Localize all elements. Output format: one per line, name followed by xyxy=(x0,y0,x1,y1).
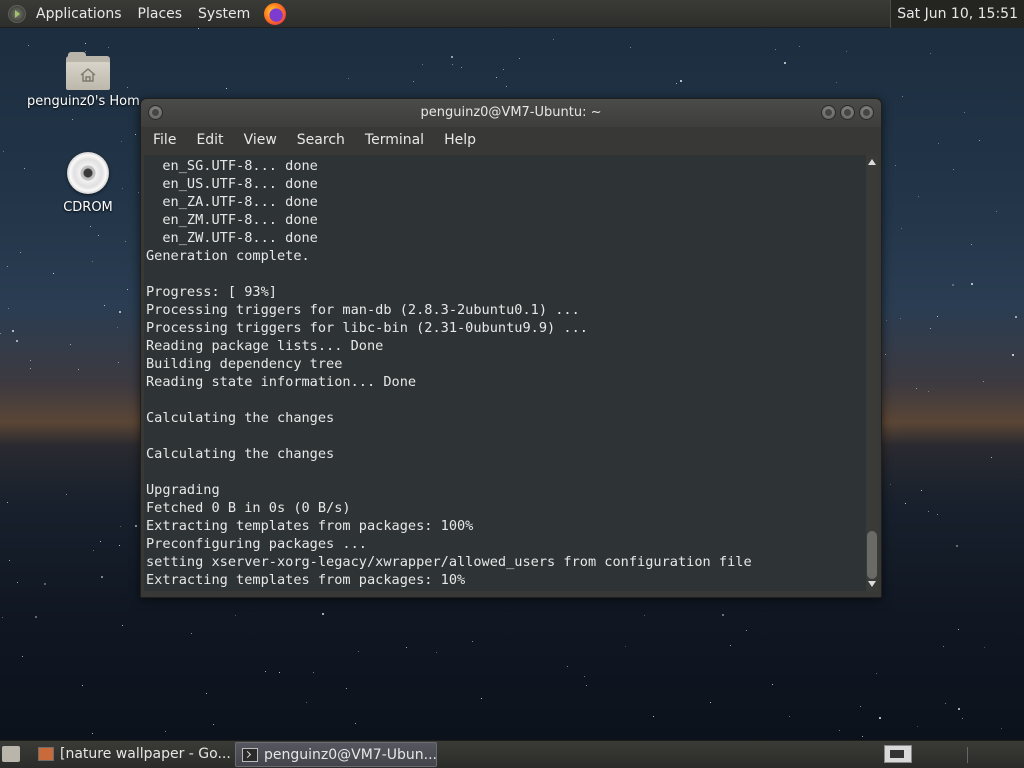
scroll-thumb[interactable] xyxy=(867,531,877,579)
top-panel: Applications Places System Sat Jun 10, 1… xyxy=(0,0,1024,28)
desktop-icon-cdrom[interactable]: CDROM xyxy=(23,152,153,215)
terminal-line: Preconfiguring packages ... xyxy=(146,536,367,552)
terminal-line: en_ZW.UTF-8... done xyxy=(146,230,318,246)
desktop-icon-label: penguinz0's Hom xyxy=(27,94,140,109)
terminal-line: Processing triggers for libc-bin (2.31-0… xyxy=(146,320,588,336)
menu-search[interactable]: Search xyxy=(287,132,355,148)
terminal-line: Processing triggers for man-db (2.8.3-2u… xyxy=(146,302,580,318)
terminal-line: Generation complete. xyxy=(146,248,310,264)
desktop-icon-home[interactable]: penguinz0's Hom xyxy=(23,52,153,109)
clock[interactable]: Sat Jun 10, 15:51 xyxy=(890,0,1024,28)
menu-help[interactable]: Help xyxy=(434,132,486,148)
terminal-line: Reading state information... Done xyxy=(146,374,417,390)
panel-separator xyxy=(967,747,968,763)
menu-edit[interactable]: Edit xyxy=(186,132,233,148)
menu-file[interactable]: File xyxy=(143,132,186,148)
minimize-button[interactable] xyxy=(821,105,836,120)
window-menu-button[interactable] xyxy=(148,105,163,120)
bottom-panel: [nature wallpaper - Go... penguinz0@VM7-… xyxy=(0,740,1024,768)
terminal-line: Building dependency tree xyxy=(146,356,343,372)
terminal-line: en_ZM.UTF-8... done xyxy=(146,212,318,228)
terminal-menu-bar: File Edit View Search Terminal Help xyxy=(141,127,881,153)
cdrom-icon xyxy=(67,152,109,194)
window-title: penguinz0@VM7-Ubuntu: ~ xyxy=(420,105,602,120)
terminal-line: Reading package lists... Done xyxy=(146,338,384,354)
desktop-icon-label: CDROM xyxy=(63,200,113,215)
applications-menu[interactable]: Applications xyxy=(28,0,130,28)
scroll-down-arrow-icon[interactable] xyxy=(868,581,876,587)
workspace-switcher-icon[interactable] xyxy=(884,745,912,763)
terminal-window: penguinz0@VM7-Ubuntu: ~ File Edit View S… xyxy=(140,98,882,598)
show-desktop-icon[interactable] xyxy=(2,746,20,762)
mint-menu-icon[interactable] xyxy=(8,4,26,23)
window-title-bar[interactable]: penguinz0@VM7-Ubuntu: ~ xyxy=(141,99,881,127)
terminal-output[interactable]: en_SG.UTF-8... done en_US.UTF-8... done … xyxy=(144,155,866,591)
terminal-line: en_SG.UTF-8... done xyxy=(146,158,318,174)
terminal-scrollbar[interactable] xyxy=(866,155,878,591)
places-menu[interactable]: Places xyxy=(130,0,191,28)
taskbar-item-label: penguinz0@VM7-Ubun... xyxy=(264,747,437,763)
terminal-line: Calculating the changes xyxy=(146,410,335,426)
maximize-button[interactable] xyxy=(840,105,855,120)
taskbar-item-browser[interactable]: [nature wallpaper - Go... xyxy=(32,742,232,767)
menu-view[interactable]: View xyxy=(234,132,287,148)
terminal-line: en_ZA.UTF-8... done xyxy=(146,194,318,210)
scroll-up-arrow-icon[interactable] xyxy=(868,159,876,165)
close-button[interactable] xyxy=(859,105,874,120)
taskbar-item-terminal[interactable]: penguinz0@VM7-Ubun... xyxy=(235,742,437,767)
taskbar-item-label: [nature wallpaper - Go... xyxy=(60,746,231,762)
terminal-line: Fetched 0 B in 0s (0 B/s) xyxy=(146,500,351,516)
terminal-line: Calculating the changes xyxy=(146,446,335,462)
terminal-line: Upgrading xyxy=(146,482,220,498)
chromium-icon xyxy=(38,747,54,761)
terminal-icon xyxy=(242,748,258,762)
firefox-icon[interactable] xyxy=(264,2,287,25)
home-folder-icon xyxy=(66,52,110,90)
system-menu[interactable]: System xyxy=(190,0,258,28)
terminal-line: en_US.UTF-8... done xyxy=(146,176,318,192)
terminal-line: Progress: [ 93%] xyxy=(146,284,277,300)
terminal-line: Extracting templates from packages: 10% xyxy=(146,572,466,588)
terminal-line: setting xserver-xorg-legacy/xwrapper/all… xyxy=(146,554,752,570)
menu-terminal[interactable]: Terminal xyxy=(355,132,434,148)
terminal-line: Extracting templates from packages: 100% xyxy=(146,518,474,534)
